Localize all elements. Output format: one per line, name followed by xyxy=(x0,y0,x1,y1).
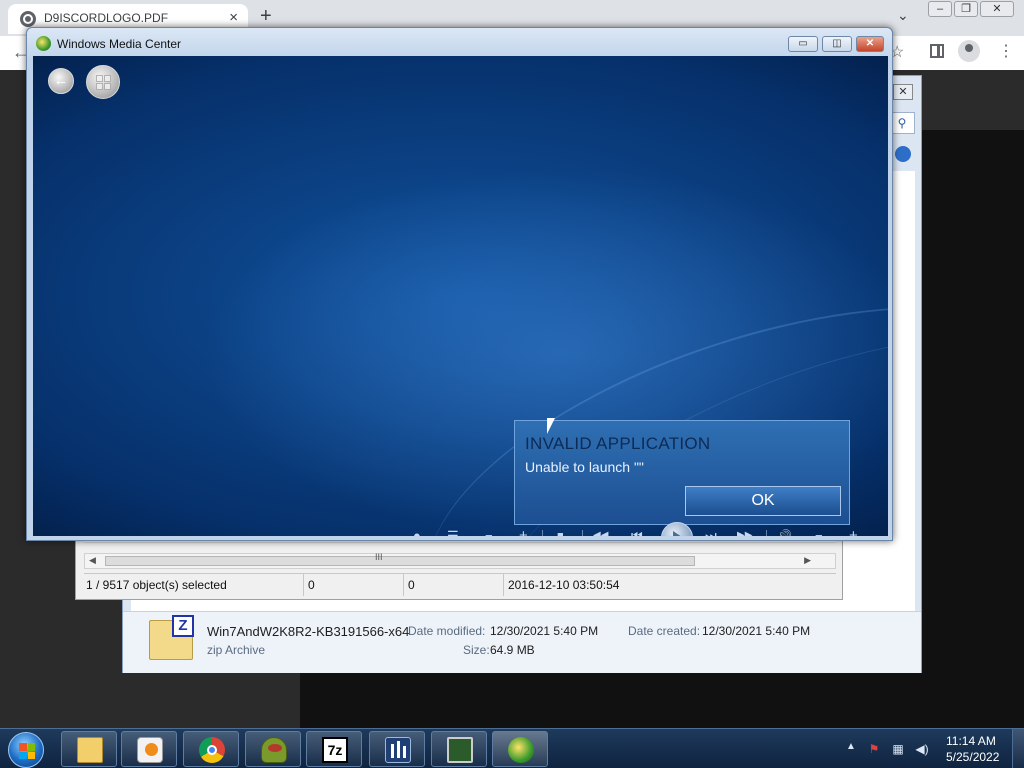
wmc-start-button[interactable] xyxy=(86,65,120,99)
windows-logo-icon xyxy=(19,743,35,759)
status-date: 2016-12-10 03:50:54 xyxy=(508,578,620,592)
action-center-flag-icon[interactable]: ⚑ xyxy=(866,741,882,757)
equalizer-icon xyxy=(385,737,411,763)
horizontal-scrollbar[interactable]: ◀ III ▶ xyxy=(84,552,836,569)
invalid-application-dialog: INVALID APPLICATION Unable to launch "" … xyxy=(514,420,850,525)
chrome-icon xyxy=(199,737,225,763)
transport-controls: ● ☰ − + ■ ◀◀ ⏮ ⏭ ▶▶ 🔊 − + xyxy=(403,522,883,536)
status-divider xyxy=(303,574,304,596)
tab-search-chevron-icon[interactable]: ⌄ xyxy=(897,7,909,24)
wmc-titlebar[interactable]: Windows Media Center ▭ ◫ ✕ xyxy=(27,28,892,58)
scroll-grip: III xyxy=(375,552,383,562)
turtle-icon xyxy=(261,737,287,763)
date-modified-value: 12/30/2021 5:40 PM xyxy=(490,624,599,638)
window-title: Windows Media Center xyxy=(57,37,182,51)
taskbar: 7z ▲ ⚑ ▦ ◀) 11:14 AM 5/25/2022 xyxy=(0,728,1024,768)
date-created-label: Date created: xyxy=(628,624,701,638)
status-size: 0 xyxy=(308,578,315,592)
browser-close-button[interactable]: ✕ xyxy=(980,1,1014,17)
size-value: 64.9 MB xyxy=(490,643,535,657)
scroll-right-icon[interactable]: ▶ xyxy=(804,555,811,566)
previous-track-icon[interactable]: ⏮ xyxy=(631,528,643,536)
profile-avatar[interactable] xyxy=(958,40,980,62)
computer-icon xyxy=(447,737,473,763)
system-tray: ▲ ⚑ ▦ ◀) 11:14 AM 5/25/2022 xyxy=(840,729,1024,768)
tab-title: D9ISCORDLOGO.PDF xyxy=(44,11,169,25)
size-label: Size: xyxy=(463,643,490,657)
taskbar-media-player-button[interactable] xyxy=(121,731,177,767)
wmc-icon xyxy=(508,737,534,763)
rewind-icon[interactable]: ◀◀ xyxy=(593,528,608,536)
scroll-left-icon[interactable]: ◀ xyxy=(89,555,96,566)
taskbar-remote-desktop-button[interactable] xyxy=(431,731,487,767)
dialog-message: Unable to launch "" xyxy=(525,459,644,475)
transport-divider xyxy=(542,530,543,536)
dialog-title: INVALID APPLICATION xyxy=(525,434,711,453)
tab-close-icon[interactable]: × xyxy=(229,9,238,26)
transport-divider xyxy=(582,530,583,536)
minimize-button[interactable]: ▭ xyxy=(788,36,818,52)
status-selected: 1 / 9517 object(s) selected xyxy=(86,578,227,592)
side-panel-icon[interactable] xyxy=(930,44,944,58)
status-divider xyxy=(403,574,404,596)
transport-divider xyxy=(766,530,767,536)
mute-icon[interactable]: 🔊 xyxy=(777,528,792,536)
zip-archive-icon: Z xyxy=(149,615,194,660)
volume-up-icon[interactable]: + xyxy=(849,528,858,537)
media-player-icon xyxy=(137,737,163,763)
windows-logo-icon xyxy=(96,75,111,90)
taskbar-turtle-app-button[interactable] xyxy=(245,731,301,767)
folder-icon xyxy=(77,737,103,763)
ok-button[interactable]: OK xyxy=(685,486,841,516)
details-pane: Z Win7AndW2K8R2-KB3191566-x64 zip Archiv… xyxy=(123,611,921,673)
browser-restore-button[interactable]: ❐ xyxy=(954,1,978,17)
channel-down-icon[interactable]: − xyxy=(485,528,493,536)
date-created-value: 12/30/2021 5:40 PM xyxy=(702,624,811,638)
network-icon[interactable]: ▦ xyxy=(890,741,906,757)
browser-minimize-button[interactable]: – xyxy=(928,1,952,17)
next-track-icon[interactable]: ⏭ xyxy=(705,528,717,536)
guide-icon[interactable]: ☰ xyxy=(447,528,459,536)
zip-badge: Z xyxy=(172,615,194,637)
wmc-logo-icon xyxy=(36,36,51,51)
browser-menu-icon[interactable]: ⋮ xyxy=(998,41,1014,61)
taskbar-7zip-button[interactable]: 7z xyxy=(306,731,362,767)
file-type: zip Archive xyxy=(207,643,266,657)
mouse-cursor xyxy=(547,418,555,434)
status-packed: 0 xyxy=(408,578,415,592)
show-desktop-button[interactable] xyxy=(1012,729,1024,768)
wmc-stage: ← INVALID APPLICATION Unable to launch "… xyxy=(33,56,888,536)
taskbar-explorer-button[interactable] xyxy=(61,731,117,767)
status-divider xyxy=(503,574,504,596)
start-button[interactable] xyxy=(8,732,44,768)
volume-icon[interactable]: ◀) xyxy=(914,741,930,757)
date-modified-label: Date modified: xyxy=(408,624,486,638)
fast-forward-icon[interactable]: ▶▶ xyxy=(737,528,752,536)
sevenzip-icon: 7z xyxy=(322,737,348,763)
stop-icon[interactable]: ■ xyxy=(557,528,564,536)
close-button[interactable]: ✕ xyxy=(856,36,884,52)
status-bar: 1 / 9517 object(s) selected 0 0 2016-12-… xyxy=(84,573,836,596)
wmc-window: Windows Media Center ▭ ◫ ✕ ← INVALID APP… xyxy=(26,27,893,541)
help-icon[interactable] xyxy=(895,146,911,162)
show-hidden-icons-button[interactable]: ▲ xyxy=(846,741,856,752)
clock-date[interactable]: 5/25/2022 xyxy=(946,750,999,764)
channel-up-icon[interactable]: + xyxy=(519,528,528,537)
back-button[interactable]: ← xyxy=(48,68,74,94)
new-tab-button[interactable]: + xyxy=(260,5,272,28)
file-name: Win7AndW2K8R2-KB3191566-x64 xyxy=(207,624,410,639)
explorer-close-button[interactable]: ✕ xyxy=(893,84,913,100)
scroll-thumb[interactable] xyxy=(105,556,695,566)
globe-icon xyxy=(20,11,36,27)
restore-button[interactable]: ◫ xyxy=(822,36,852,52)
volume-down-icon[interactable]: − xyxy=(815,528,823,536)
taskbar-wmc-button[interactable] xyxy=(492,731,548,767)
record-icon[interactable]: ● xyxy=(413,528,421,536)
play-button[interactable] xyxy=(661,522,693,536)
taskbar-equalizer-button[interactable] xyxy=(369,731,425,767)
taskbar-chrome-button[interactable] xyxy=(183,731,239,767)
clock-time[interactable]: 11:14 AM xyxy=(946,734,996,748)
